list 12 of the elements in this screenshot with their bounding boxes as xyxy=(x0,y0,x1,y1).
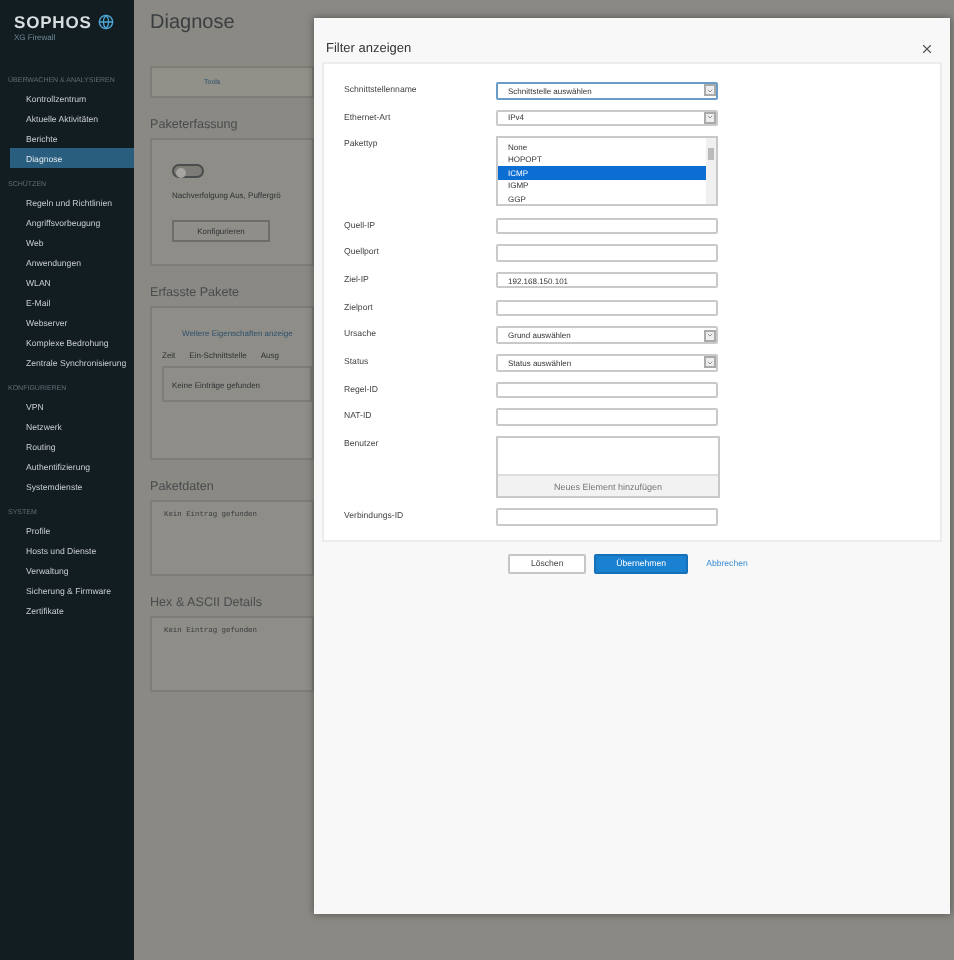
input-field[interactable] xyxy=(496,508,718,526)
input-field[interactable] xyxy=(496,408,718,426)
input-field[interactable] xyxy=(496,381,718,399)
toggle-switch[interactable] xyxy=(172,164,204,178)
input-field[interactable] xyxy=(496,244,718,262)
input-field[interactable] xyxy=(496,299,718,317)
scrollbar[interactable] xyxy=(706,138,716,205)
globe-icon xyxy=(97,14,114,30)
input-field[interactable] xyxy=(496,217,718,235)
logo-text: SOPHOS xyxy=(14,12,92,32)
page-title: Diagnose xyxy=(150,12,237,34)
close-icon[interactable] xyxy=(920,41,934,55)
